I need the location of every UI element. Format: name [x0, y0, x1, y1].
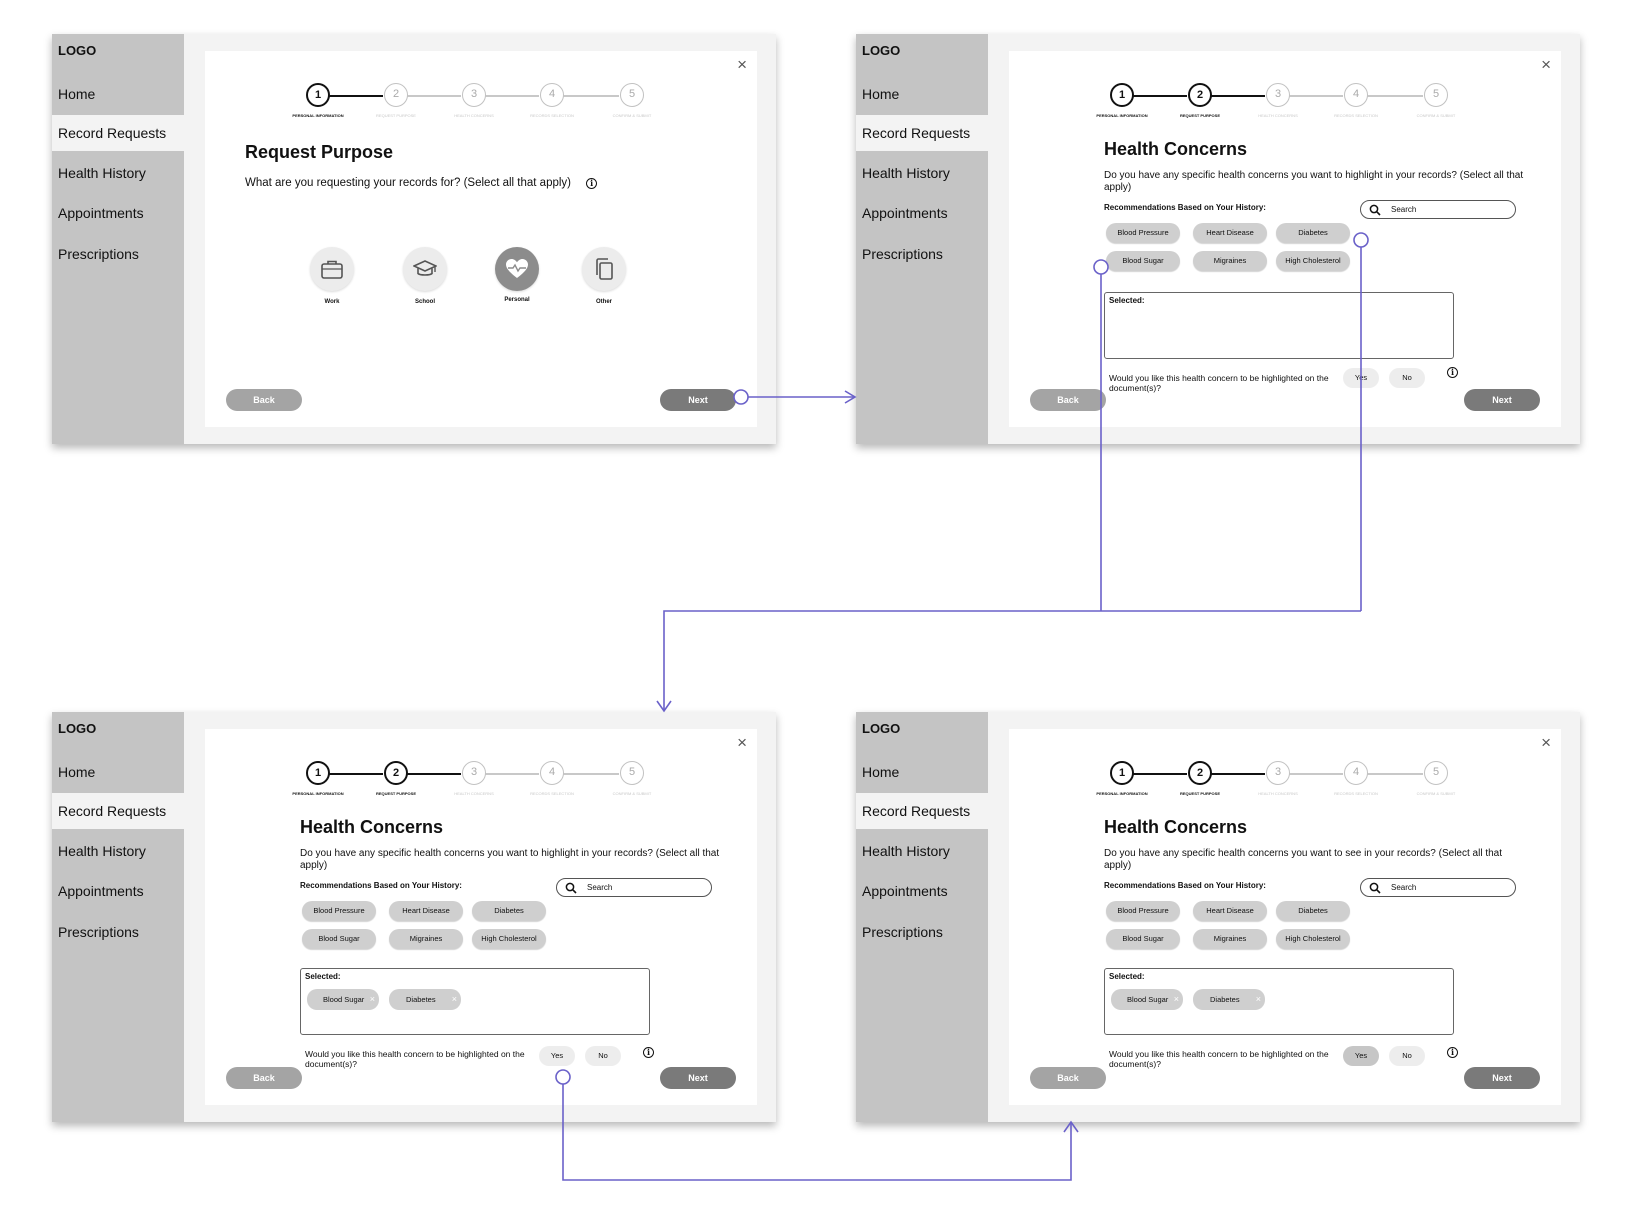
connector-chips-to-selected: [656, 232, 1369, 713]
connector-yes-to-confirmed: [555, 1069, 1079, 1181]
flow-connectors: [555, 232, 1369, 1181]
connector-next-to-health: [733, 389, 857, 405]
